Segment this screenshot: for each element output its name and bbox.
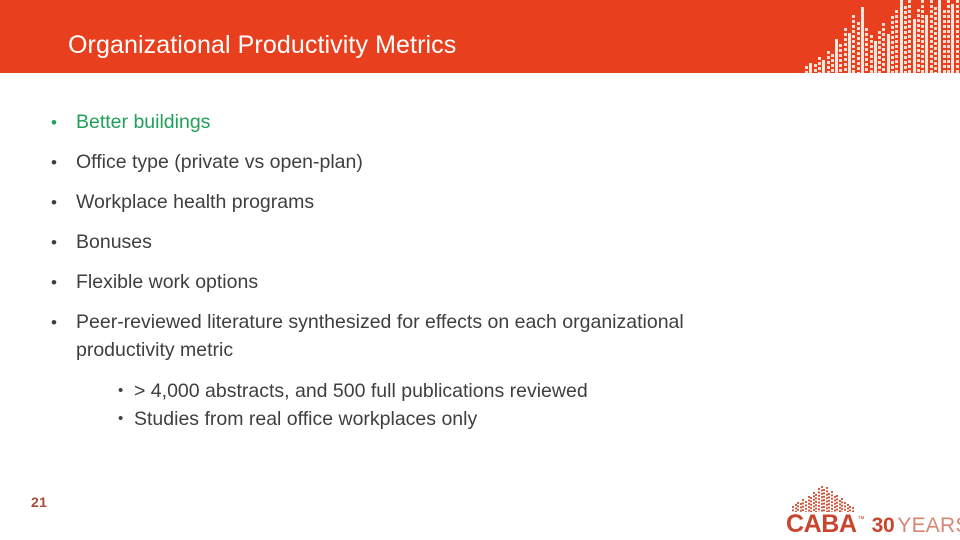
skyline-bar	[938, 0, 942, 73]
skyline-bar	[830, 54, 834, 73]
skyline-bar	[903, 6, 907, 73]
page-title: Organizational Productivity Metrics	[68, 31, 457, 59]
logo-name: CABA	[786, 510, 857, 538]
bullet-item: • Workplace health programs	[44, 189, 744, 217]
caba-wordmark: CABA ™ 30 YEARS	[786, 510, 960, 539]
skyline-bar	[817, 57, 821, 73]
skyline-bar	[942, 10, 946, 73]
skyline-bar	[813, 64, 817, 73]
skyline-bar	[951, 4, 955, 73]
bullet-item: • Office type (private vs open-plan)	[44, 149, 744, 177]
skyline-bar	[886, 34, 890, 73]
bullet-item: • Bonuses	[44, 229, 744, 257]
skyline-bar	[809, 63, 813, 73]
logo-anniversary-number: 30	[871, 514, 895, 537]
bullet-text: Flexible work options	[76, 271, 259, 293]
skyline-bar	[835, 39, 839, 73]
bullet-item: • Peer-reviewed literature synthesized fo…	[44, 309, 744, 364]
skyline-bar	[925, 15, 929, 73]
skyline-bar	[921, 0, 925, 73]
sub-bullet-text: Studies from real office workplaces only	[134, 407, 478, 430]
skyline-bar	[848, 33, 851, 73]
skyline-bar	[805, 66, 808, 73]
skyline-bar	[856, 22, 860, 73]
skyline-bar	[860, 7, 864, 73]
bullet-item: • Flexible work options	[44, 269, 744, 297]
skyline-bar	[929, 0, 933, 73]
bullet-text: Workplace health programs	[76, 191, 315, 213]
slide-header-band: Organizational Productivity Metrics	[0, 0, 960, 73]
bullet-marker-icon: •	[51, 273, 57, 292]
skyline-bar	[946, 0, 950, 73]
skyline-bar	[826, 51, 830, 73]
skyline-bar	[852, 15, 856, 73]
skyline-bar	[955, 0, 959, 73]
sub-bullet-item: • > 4,000 abstracts, and 500 full publica…	[118, 377, 744, 405]
bullet-marker-icon: •	[51, 233, 57, 252]
slide-content: • Better buildings • Office type (private v…	[0, 73, 960, 540]
skyline-bar	[891, 16, 894, 73]
bullet-text: Office type (private vs open-plan)	[76, 151, 363, 173]
skyline-bar	[839, 44, 843, 73]
bullet-text: Bonuses	[76, 231, 152, 253]
trademark-icon: ™	[857, 516, 865, 523]
skyline-bar	[873, 41, 877, 73]
sub-bullet-item: • Studies from real office workplaces onl…	[118, 405, 744, 433]
skyline-bar	[878, 31, 882, 73]
sub-bullet-text: > 4,000 abstracts, and 500 full publicat…	[134, 379, 588, 402]
skyline-bar	[869, 35, 873, 73]
caba-skyline-icon	[792, 486, 854, 512]
bullet-marker-icon: •	[51, 193, 57, 212]
skyline-bar	[822, 60, 826, 73]
skyline-bar	[843, 28, 847, 73]
sub-bullet-marker-icon: •	[118, 381, 124, 399]
skyline-bar	[908, 0, 912, 73]
bullet-text: Better buildings	[76, 111, 211, 133]
skyline-bar	[899, 0, 903, 73]
caba-logo: CABA ™ 30 YEARS	[786, 486, 960, 538]
sub-bullet-marker-icon: •	[118, 409, 124, 427]
bullet-text: Peer-reviewed literature synthesized for…	[76, 311, 684, 361]
skyline-bar	[882, 23, 886, 73]
bullet-list: • Better buildings • Office type (private v…	[44, 109, 744, 433]
page-number: 21	[31, 494, 48, 510]
skyline-bar	[865, 28, 869, 73]
bullet-item: • Better buildings	[44, 109, 744, 137]
skyline-bar	[916, 9, 920, 73]
bullet-marker-icon: •	[51, 313, 57, 332]
header-skyline-decoration	[805, 0, 960, 73]
sub-bullet-list: • > 4,000 abstracts, and 500 full publica…	[118, 377, 744, 433]
logo-anniversary-word: YEARS	[897, 514, 960, 537]
skyline-bar	[895, 10, 899, 73]
bullet-marker-icon: •	[51, 113, 57, 132]
skyline-bar	[934, 7, 937, 73]
skyline-bar	[912, 19, 916, 73]
bullet-marker-icon: •	[51, 153, 57, 172]
